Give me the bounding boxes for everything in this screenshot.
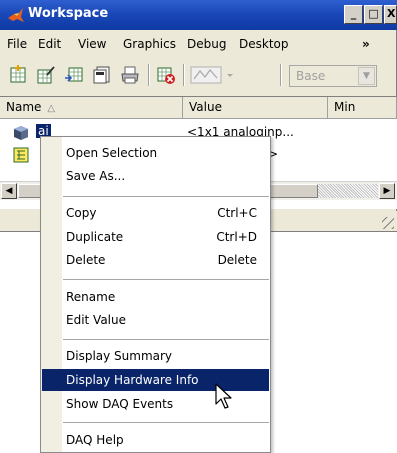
menu-item-label: Rename [66,290,116,304]
plot-icon[interactable] [190,65,236,85]
toolbar-separator [183,64,185,86]
matlab-logo-icon [8,8,24,22]
menu-desktop[interactable]: Desktop [239,37,289,51]
menu-edit[interactable]: Edit [38,37,61,51]
new-variable-icon[interactable] [8,65,28,85]
sort-ascending-icon: △ [47,103,56,114]
stack-select[interactable]: Base ▼ [289,65,377,87]
column-header-name-label: Name [6,100,42,114]
struct-icon [13,147,29,163]
scroll-left-icon[interactable]: ◀ [1,183,17,199]
menu-debug[interactable]: Debug [187,37,226,51]
context-menu: Open Selection Save As... Copy Ctrl+C Du… [40,136,271,453]
resize-grip-icon[interactable] [382,217,394,229]
menu-item-open-selection[interactable]: Open Selection [42,142,269,164]
menu-item-label: Duplicate [66,230,124,244]
menu-item-label: DAQ Help [66,433,124,447]
menu-item-label: Copy [66,206,97,220]
menu-view[interactable]: View [78,37,106,51]
save-icon[interactable] [92,65,112,85]
menu-item-label: Display Summary [66,349,173,363]
delete-icon[interactable] [156,65,176,85]
toolbar: Base ▼ [0,57,397,91]
scrollbar-track[interactable] [318,184,378,198]
menu-item-copy[interactable]: Copy Ctrl+C [42,202,269,224]
menu-separator [63,196,269,197]
menu-item-label: Open Selection [66,146,158,160]
column-header-value[interactable]: Value [183,97,328,118]
minimize-button[interactable]: _ [344,5,363,24]
menu-item-edit-value[interactable]: Edit Value [42,309,269,331]
grid-header: Name △ Value Min [0,97,397,119]
menu-item-rename[interactable]: Rename [42,286,269,308]
menu-item-display-summary[interactable]: Display Summary [42,345,269,367]
menu-item-duplicate[interactable]: Duplicate Ctrl+D [42,226,269,248]
toolbar-separator [280,64,282,86]
menu-item-label: Save As... [66,169,126,183]
menu-item-save-as[interactable]: Save As... [42,165,269,187]
menu-item-shortcut: Ctrl+D [216,230,257,244]
menu-bar: File Edit View Graphics Debug Desktop » [0,33,397,55]
analog-input-object-icon [14,126,28,140]
column-header-name[interactable]: Name △ [0,97,183,118]
menu-item-label: Show DAQ Events [66,397,174,411]
print-icon[interactable] [120,65,140,85]
stack-select-value: Base [296,69,326,83]
close-button[interactable]: X [384,5,397,24]
open-variable-icon[interactable] [36,65,56,85]
chevron-down-icon[interactable]: ▼ [358,67,375,85]
column-header-min[interactable]: Min [328,97,397,118]
scroll-right-icon[interactable]: ▶ [379,183,395,199]
menu-separator [63,422,269,423]
menu-separator [63,339,269,340]
menu-item-daq-help[interactable]: DAQ Help [42,429,269,451]
menu-separator [63,279,269,280]
mouse-pointer-icon [215,383,232,409]
menu-graphics[interactable]: Graphics [123,37,176,51]
toolbar-separator [148,64,150,86]
menu-overflow-chevron-icon[interactable]: » [362,37,370,51]
menu-item-label: Delete [66,253,106,267]
menu-item-label: Edit Value [66,313,127,327]
menu-item-shortcut: Ctrl+C [217,206,257,220]
title-bar[interactable]: Workspace _ □ X [0,0,397,30]
import-data-icon[interactable] [64,65,84,85]
menu-item-label: Display Hardware Info [66,373,199,387]
window-title: Workspace [28,6,109,21]
menu-file[interactable]: File [7,37,27,51]
menu-item-delete[interactable]: Delete Delete [42,249,269,271]
maximize-button[interactable]: □ [364,5,383,24]
menu-item-shortcut: Delete [217,253,257,267]
